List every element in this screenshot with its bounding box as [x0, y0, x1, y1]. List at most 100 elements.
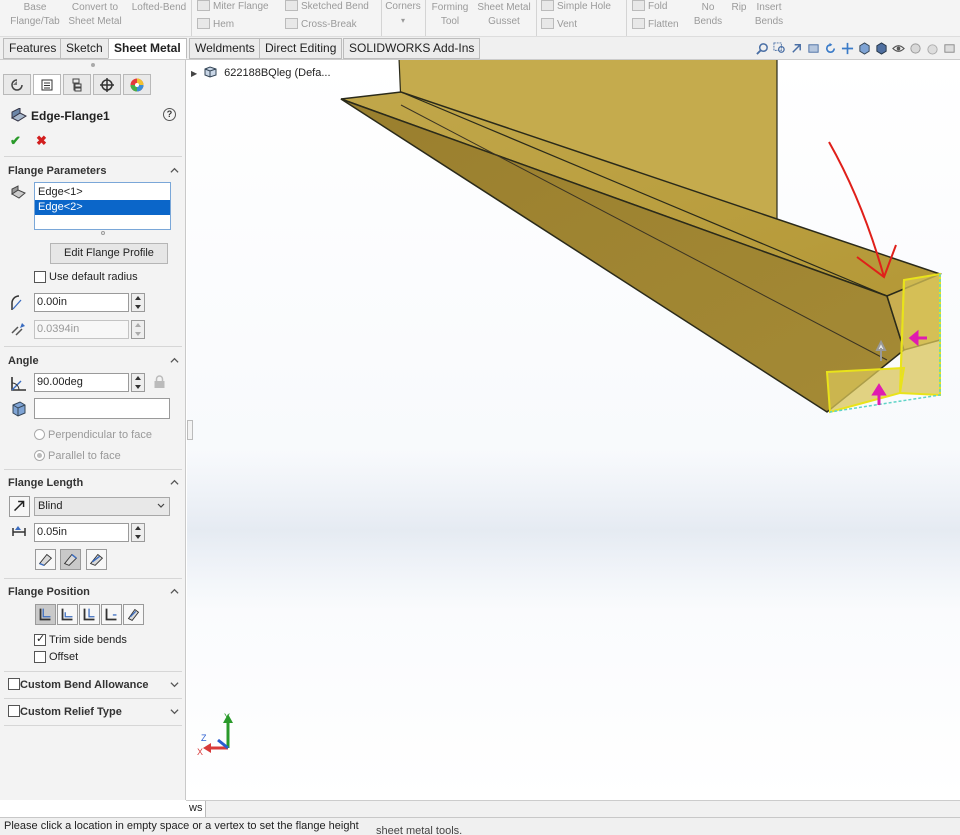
manager-tabs: [0, 60, 186, 98]
cancel-button[interactable]: ✖: [36, 133, 47, 149]
tangent-to-bend-button[interactable]: [123, 604, 144, 625]
collapse-chevron-icon[interactable]: [170, 356, 179, 365]
bend-radius-spinner[interactable]: [131, 293, 145, 312]
tab-direct-editing[interactable]: Direct Editing: [259, 38, 343, 59]
zoom-to-fit-icon[interactable]: [756, 42, 769, 55]
flip-direction-button[interactable]: [9, 496, 30, 517]
miter-flange-button[interactable]: Miter Flange: [197, 0, 269, 14]
expand-chevron-icon[interactable]: [170, 707, 179, 716]
inner-virtual-sharp-button[interactable]: [60, 549, 81, 570]
bend-radius-input[interactable]: 0.00in: [34, 293, 129, 312]
reference-face-input[interactable]: [34, 398, 170, 419]
collapse-chevron-icon[interactable]: [170, 478, 179, 487]
simple-hole-button[interactable]: Simple Hole: [541, 0, 611, 14]
chevron-down-icon: [157, 503, 165, 508]
edit-appearance-icon[interactable]: [909, 42, 922, 55]
hide-show-items-icon[interactable]: [892, 42, 905, 55]
custom-bend-allowance-header[interactable]: Custom Bend Allowance: [20, 679, 149, 691]
cross-break-label: Cross-Break: [301, 19, 357, 30]
view-orientation-icon[interactable]: [858, 42, 871, 55]
custom-bend-allowance-checkbox[interactable]: [8, 678, 20, 690]
apply-scene-icon[interactable]: [926, 42, 939, 55]
forming-tool-button[interactable]: Forming Tool: [428, 1, 472, 29]
section-divider: [4, 698, 182, 699]
rip-button[interactable]: Rip: [728, 1, 750, 15]
ok-button[interactable]: ✔: [10, 133, 21, 149]
material-inside-button[interactable]: [35, 604, 56, 625]
list-item[interactable]: Edge<2>: [35, 200, 170, 215]
no-bends-button[interactable]: No Bends: [690, 1, 726, 29]
fold-button[interactable]: Fold: [632, 0, 667, 14]
base-flange-button[interactable]: Base Flange/Tab: [8, 1, 62, 29]
display-style-icon[interactable]: [875, 42, 888, 55]
tab-features[interactable]: Features: [3, 38, 63, 59]
bend-outside-button[interactable]: [79, 604, 100, 625]
pan-icon[interactable]: [841, 42, 854, 55]
outer-virtual-sharp-button[interactable]: [35, 549, 56, 570]
rotate-view-icon[interactable]: [824, 42, 837, 55]
section-divider: [4, 469, 182, 470]
tab-dimxpert[interactable]: [93, 74, 121, 95]
corners-button[interactable]: Corners ▾: [383, 0, 423, 28]
tab-weldments[interactable]: Weldments: [189, 38, 261, 59]
hem-button[interactable]: Hem: [197, 18, 234, 32]
insert-bends-label: Insert Bends: [754, 2, 784, 27]
tab-configuration-manager[interactable]: [63, 74, 91, 95]
use-default-radius-label: Use default radius: [49, 271, 138, 283]
bottom-tab[interactable]: ws: [186, 801, 207, 817]
tab-display-manager[interactable]: [123, 74, 151, 95]
hem-label: Hem: [213, 19, 235, 30]
collapse-chevron-icon[interactable]: [170, 587, 179, 596]
feature-tree-flyout[interactable]: ▶ 622188BQleg (Defa...: [191, 66, 331, 79]
list-item[interactable]: Edge<1>: [35, 185, 170, 200]
offset-checkbox[interactable]: [34, 651, 46, 663]
tab-sheet-metal[interactable]: Sheet Metal: [108, 38, 187, 59]
expand-chevron-icon[interactable]: [170, 680, 179, 689]
length-type-select[interactable]: Blind: [34, 497, 170, 516]
edge-flange-icon: [11, 108, 27, 122]
flatten-button[interactable]: Flatten: [632, 18, 679, 32]
lofted-bend-button[interactable]: Lofted-Bend: [129, 1, 189, 15]
zoom-to-area-icon[interactable]: [773, 42, 786, 55]
custom-relief-type-checkbox[interactable]: [8, 705, 20, 717]
ribbon-separator: [425, 0, 426, 36]
gusset-button[interactable]: Sheet Metal Gusset: [474, 1, 534, 29]
tab-feature-manager[interactable]: [3, 74, 31, 95]
lock-icon[interactable]: [153, 375, 166, 389]
flange-length-header[interactable]: Flange Length: [8, 477, 83, 489]
insert-bends-button[interactable]: Insert Bends: [752, 1, 786, 29]
bend-from-virtual-sharp-button[interactable]: [101, 604, 122, 625]
edge-selection-list[interactable]: Edge<1> Edge<2>: [34, 182, 171, 230]
tab-sketch[interactable]: Sketch: [60, 38, 109, 59]
previous-view-icon[interactable]: [790, 42, 803, 55]
collapse-chevron-icon[interactable]: [170, 166, 179, 175]
angle-header[interactable]: Angle: [8, 355, 39, 367]
flange-length-spinner[interactable]: [131, 523, 145, 542]
help-icon[interactable]: ?: [163, 108, 176, 121]
expand-arrow-icon[interactable]: ▶: [191, 69, 201, 78]
convert-to-sheet-metal-button[interactable]: Convert to Sheet Metal: [65, 1, 125, 29]
cross-break-button[interactable]: Cross-Break: [285, 18, 357, 32]
panel-collapse-handle[interactable]: [187, 420, 193, 440]
custom-relief-type-header[interactable]: Custom Relief Type: [20, 706, 122, 718]
graphics-area[interactable]: Y Z X ▶ 622188BQleg (Defa...: [187, 60, 960, 800]
view-settings-icon[interactable]: [943, 42, 956, 55]
material-outside-button[interactable]: [57, 604, 78, 625]
vent-button[interactable]: Vent: [541, 18, 577, 32]
model-viewport[interactable]: Y Z X: [187, 60, 960, 800]
svg-text:Z: Z: [201, 733, 207, 743]
tangent-bend-button[interactable]: [86, 549, 107, 570]
flange-parameters-header[interactable]: Flange Parameters: [8, 165, 106, 177]
sketched-bend-button[interactable]: Sketched Bend: [285, 0, 369, 14]
tab-solidworks-add-ins[interactable]: SOLIDWORKS Add-Ins: [343, 38, 481, 59]
tab-property-manager[interactable]: [33, 74, 61, 95]
flange-angle-input[interactable]: 90.00deg: [34, 373, 129, 392]
flange-length-input[interactable]: 0.05in: [34, 523, 129, 542]
section-view-icon[interactable]: [807, 42, 820, 55]
list-resize-grip[interactable]: [101, 231, 105, 235]
edit-flange-profile-button[interactable]: Edit Flange Profile: [50, 243, 168, 264]
use-default-radius-checkbox[interactable]: [34, 271, 46, 283]
flange-angle-spinner[interactable]: [131, 373, 145, 392]
flange-position-header[interactable]: Flange Position: [8, 586, 90, 598]
trim-side-bends-checkbox[interactable]: [34, 632, 46, 646]
